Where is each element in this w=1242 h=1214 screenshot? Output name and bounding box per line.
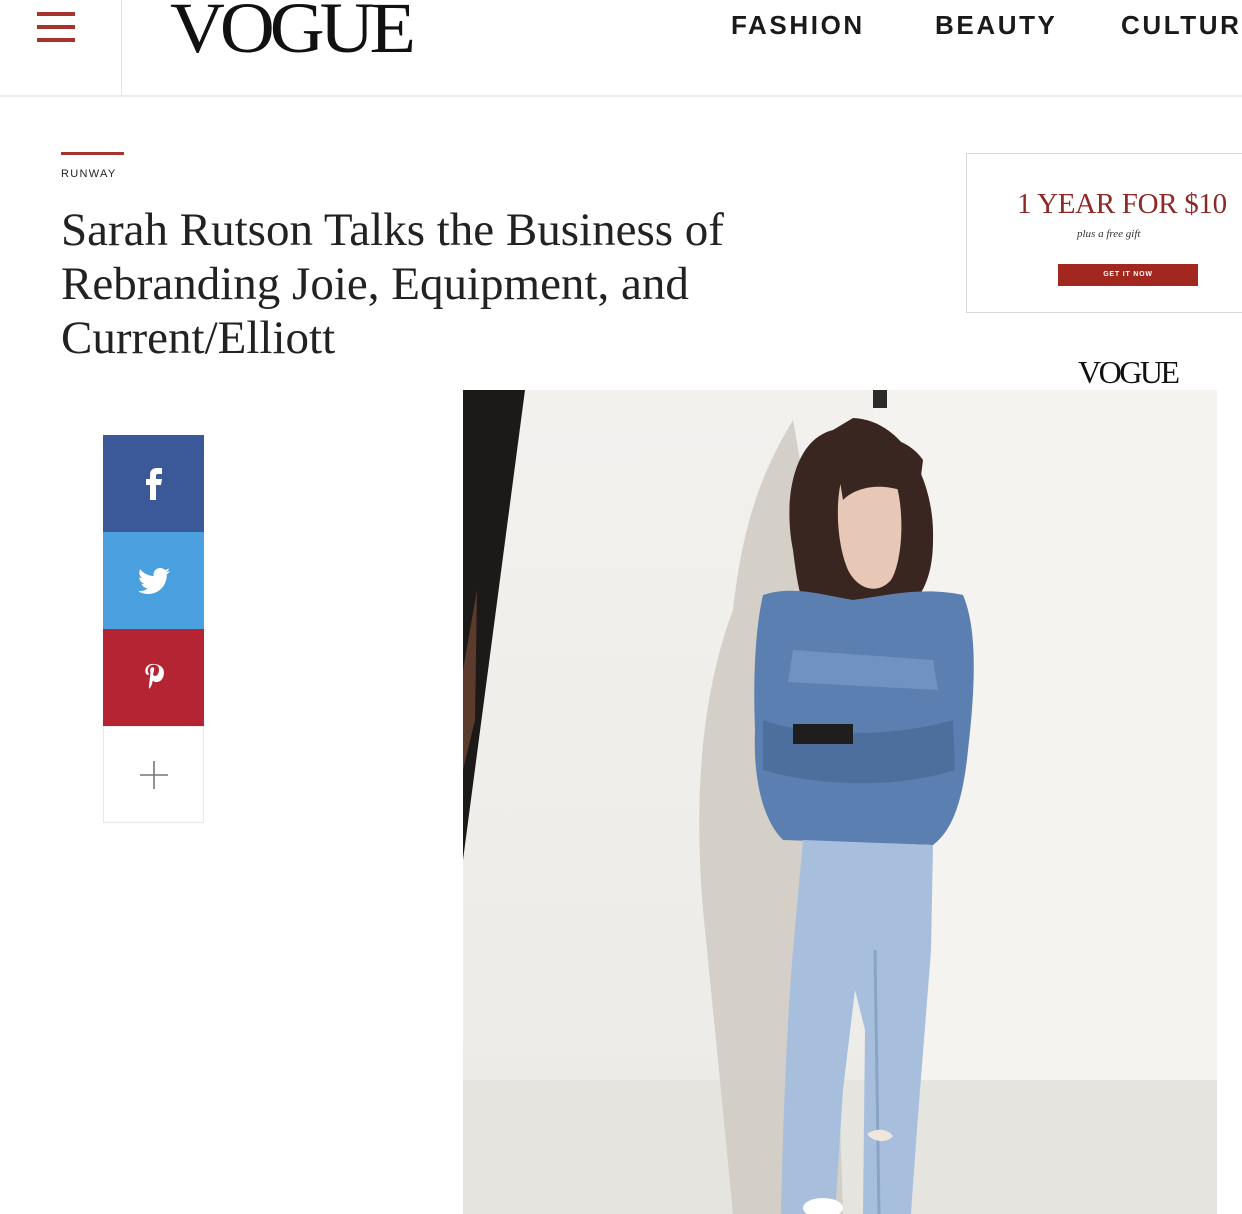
plus-icon [139,760,168,789]
article-headline: Sarah Rutson Talks the Business of Rebra… [61,204,724,364]
nav-beauty[interactable]: BEAUTY [935,10,1058,41]
site-header: VOGUE FASHION BEAUTY CULTUR [0,0,1242,97]
share-facebook-button[interactable] [103,435,204,532]
facebook-icon [145,467,162,500]
menu-button[interactable] [0,0,122,95]
nav-culture[interactable]: CULTUR [1121,10,1242,41]
ad-logo: VOGUE [1078,354,1180,390]
twitter-icon [137,567,170,594]
category-rule [61,152,124,155]
hero-illustration [463,390,1217,1214]
site-logo[interactable]: VOGUE [170,0,416,64]
category-label[interactable]: RUNWAY [61,168,116,180]
nav-fashion[interactable]: FASHION [731,10,865,41]
ad-title: 1 YEAR FOR $10 [1017,188,1227,220]
subscription-ad[interactable]: 1 YEAR FOR $10 plus a free gift GET IT N… [966,153,1242,313]
share-more-button[interactable] [103,726,204,823]
share-bar [103,435,204,823]
hamburger-icon [37,12,75,42]
ad-subtitle: plus a free gift [1077,228,1141,240]
pinterest-icon [144,663,164,689]
share-twitter-button[interactable] [103,532,204,629]
ad-cta-button[interactable]: GET IT NOW [1058,264,1198,286]
hero-image [463,390,1217,1214]
share-pinterest-button[interactable] [103,629,204,726]
